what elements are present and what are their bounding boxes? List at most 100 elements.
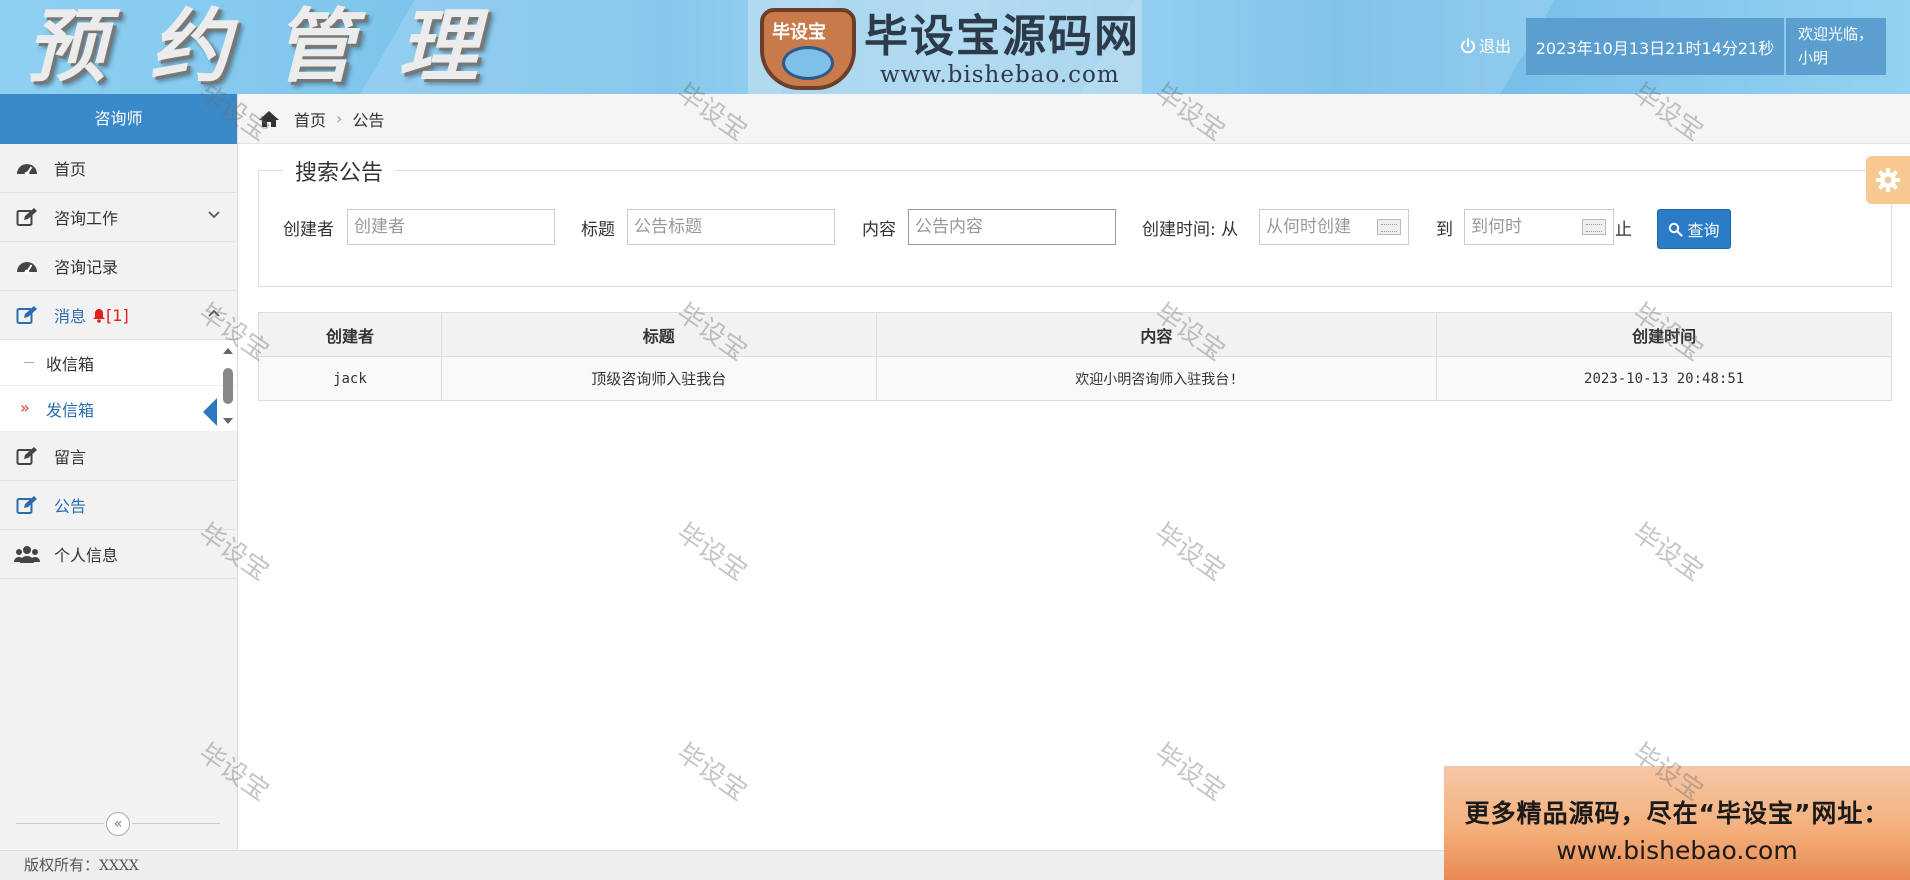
- column-header-title[interactable]: 标题: [440, 312, 877, 357]
- scroll-thumb[interactable]: [223, 368, 233, 404]
- search-panel: 搜索公告 创建者 标题 内容 创建时间: 从 到 止 查询: [258, 155, 1892, 287]
- logout-button[interactable]: 退出: [1460, 33, 1511, 57]
- logo-title: 毕设宝源码网: [864, 11, 1140, 62]
- watermark: 毕设宝: [1627, 517, 1709, 588]
- search-form: 创建者 标题 内容 创建时间: 从 到 止 查询: [259, 209, 1891, 249]
- chevron-up-icon: [208, 309, 220, 317]
- sidebar-item-label: 咨询记录: [54, 258, 119, 277]
- submenu-scrollbar[interactable]: [222, 346, 234, 426]
- sidebar-role-title: 咨询师: [0, 94, 237, 144]
- sidebar-subitem-outbox[interactable]: » 发信箱: [0, 386, 237, 432]
- divider: [16, 823, 104, 824]
- logo-face-icon: [782, 46, 834, 80]
- announcement-table: 创建者 标题 内容 创建时间 jack 顶级咨询师入驻我台 欢迎小明咨询师入驻我…: [258, 312, 1892, 401]
- sidebar-item-profile[interactable]: 个人信息: [0, 530, 237, 579]
- top-header: 预约管理 毕设宝 毕设宝源码网 www.bishebao.com 退出 2023…: [0, 0, 1910, 94]
- bell-icon: [93, 308, 106, 323]
- current-datetime: 2023年10月13日21时14分21秒: [1526, 18, 1784, 75]
- logout-label: 退出: [1479, 37, 1512, 56]
- selected-indicator: [203, 398, 217, 426]
- notification-badge: [1]: [92, 306, 129, 325]
- date-to-label: 到: [1436, 220, 1453, 240]
- app-title: 预约管理: [26, 0, 522, 93]
- promo-banner: 更多精品源码，尽在“毕设宝”网址： www.bishebao.com: [1444, 766, 1910, 880]
- cell-content: 欢迎小明咨询师入驻我台!: [875, 356, 1438, 401]
- logo-badge-text: 毕设宝: [772, 22, 826, 43]
- power-icon: [1461, 38, 1475, 54]
- sidebar-subitem-label: 发信箱: [46, 400, 95, 420]
- settings-button[interactable]: [1866, 156, 1910, 204]
- edit-icon: [14, 494, 40, 516]
- search-icon: [1669, 222, 1684, 237]
- copyright-label: 版权所有：: [24, 856, 100, 874]
- cell-created-time: 2023-10-13 20:48:51: [1436, 356, 1892, 401]
- users-icon: [14, 543, 40, 565]
- edit-icon: [14, 445, 40, 467]
- watermark: 毕设宝: [671, 517, 753, 588]
- scroll-up-icon[interactable]: [223, 348, 233, 354]
- sidebar-item-guestbook[interactable]: 留言: [0, 432, 237, 481]
- breadcrumb-home-link[interactable]: 首页: [294, 107, 326, 131]
- copyright-value: XXXX: [99, 858, 139, 874]
- welcome-box: 欢迎光临， 小明: [1786, 18, 1886, 75]
- creator-label: 创建者: [283, 220, 334, 240]
- search-panel-title: 搜索公告: [283, 155, 396, 187]
- divider: [132, 823, 220, 824]
- content-input[interactable]: [908, 209, 1116, 245]
- site-logo: 毕设宝 毕设宝源码网 www.bishebao.com: [748, 0, 1142, 94]
- promo-text: 更多精品源码，尽在“毕设宝”网址：: [1464, 799, 1890, 828]
- welcome-text: 欢迎光临，: [1798, 25, 1874, 43]
- scroll-down-icon[interactable]: [223, 418, 233, 424]
- query-button-label: 查询: [1687, 221, 1720, 240]
- sidebar-item-label: 消息: [54, 307, 87, 326]
- edit-icon: [14, 304, 40, 326]
- table-header-row: 创建者 标题 内容 创建时间: [258, 312, 1892, 357]
- sidebar-item-announcements[interactable]: 公告: [0, 481, 237, 530]
- messages-submenu: 收信箱 » 发信箱: [0, 340, 237, 432]
- table-row[interactable]: jack 顶级咨询师入驻我台 欢迎小明咨询师入驻我台! 2023-10-13 2…: [258, 356, 1892, 401]
- title-label: 标题: [581, 220, 615, 240]
- sidebar-subitem-inbox[interactable]: 收信箱: [0, 340, 237, 386]
- column-header-created-time[interactable]: 创建时间: [1436, 312, 1892, 357]
- sidebar-item-consult-record[interactable]: 咨询记录: [0, 242, 237, 291]
- home-icon[interactable]: [258, 110, 280, 128]
- sidebar-item-label: 个人信息: [54, 546, 119, 565]
- gear-icon: [1876, 168, 1900, 192]
- cell-title[interactable]: 顶级咨询师入驻我台: [440, 356, 877, 401]
- sidebar-item-home[interactable]: 首页: [0, 144, 237, 193]
- title-input[interactable]: [627, 209, 835, 245]
- sidebar-item-label: 咨询工作: [54, 209, 119, 228]
- cell-creator: jack: [258, 356, 442, 401]
- created-time-label: 创建时间: 从: [1142, 220, 1239, 240]
- column-header-creator[interactable]: 创建者: [258, 312, 442, 357]
- dashboard-icon: [14, 255, 40, 277]
- content-label: 内容: [862, 220, 896, 240]
- watermark: 毕设宝: [671, 737, 753, 808]
- date-to-input[interactable]: [1464, 209, 1614, 245]
- sidebar: 咨询师 首页 咨询工作 咨询记录 消息 [1] 收信箱 » 发信箱 留言 公告 …: [0, 94, 238, 850]
- double-chevron-left-icon: «: [113, 816, 123, 832]
- watermark: 毕设宝: [1149, 517, 1231, 588]
- sidebar-item-consult-work[interactable]: 咨询工作: [0, 193, 237, 242]
- sidebar-subitem-label: 收信箱: [46, 354, 95, 374]
- logo-badge-icon: 毕设宝: [760, 8, 856, 90]
- watermark: 毕设宝: [1149, 737, 1231, 808]
- edit-icon: [14, 206, 40, 228]
- query-button[interactable]: 查询: [1657, 209, 1731, 249]
- badge-count: [1]: [106, 305, 129, 325]
- date-to-suffix: 止: [1615, 220, 1632, 240]
- column-header-content[interactable]: 内容: [875, 312, 1438, 357]
- collapse-sidebar-button[interactable]: «: [106, 812, 130, 836]
- date-from-input[interactable]: [1259, 209, 1409, 245]
- breadcrumb-separator: ›: [336, 109, 343, 128]
- breadcrumb-current: 公告: [352, 110, 385, 130]
- sidebar-item-label: 首页: [54, 160, 87, 179]
- logo-url: www.bishebao.com: [880, 62, 1120, 88]
- chevron-down-icon: [208, 211, 220, 219]
- promo-url: www.bishebao.com: [1556, 836, 1798, 865]
- creator-input[interactable]: [347, 209, 555, 245]
- sidebar-item-label: 公告: [54, 497, 87, 516]
- dashboard-icon: [14, 157, 40, 179]
- sidebar-item-messages[interactable]: 消息 [1]: [0, 291, 237, 340]
- username: 小明: [1798, 49, 1829, 67]
